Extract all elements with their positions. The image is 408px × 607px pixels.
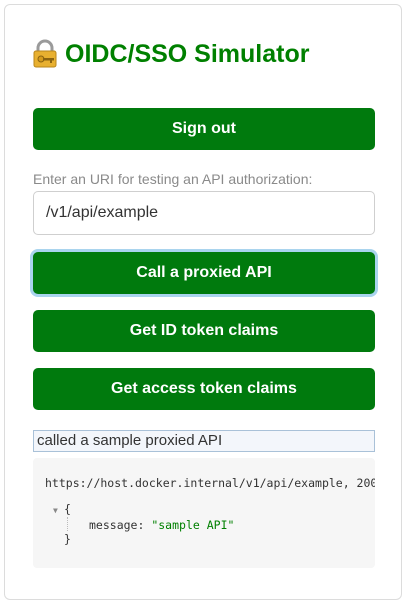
get-access-token-claims-button[interactable]: Get access token claims: [33, 368, 375, 410]
page-title: OIDC/SSO Simulator: [32, 38, 309, 70]
json-value: "sample API": [151, 518, 235, 532]
json-key: message:: [89, 518, 145, 532]
json-close-brace: }: [64, 532, 71, 546]
status-message: called a sample proxied API: [33, 430, 375, 452]
page-title-text: OIDC/SSO Simulator: [65, 39, 310, 68]
uri-input[interactable]: [33, 191, 375, 235]
lock-with-key-icon: [32, 39, 58, 69]
json-property: message: "sample API": [53, 518, 234, 532]
get-id-token-claims-button[interactable]: Get ID token claims: [33, 310, 375, 352]
json-indent-guide: [67, 517, 68, 531]
api-result-panel[interactable]: https://host.docker.internal/v1/api/exam…: [33, 458, 375, 568]
sign-out-button[interactable]: Sign out: [33, 108, 375, 150]
call-proxied-api-button[interactable]: Call a proxied API: [33, 252, 375, 294]
collapse-triangle-icon[interactable]: ▼: [53, 504, 64, 518]
json-viewer: ▼{ message: "sample API" }: [53, 502, 234, 546]
uri-hint-label: Enter an URI for testing an API authoriz…: [33, 171, 313, 187]
json-open-brace: {: [64, 502, 71, 516]
result-url-line: https://host.docker.internal/v1/api/exam…: [45, 476, 375, 490]
